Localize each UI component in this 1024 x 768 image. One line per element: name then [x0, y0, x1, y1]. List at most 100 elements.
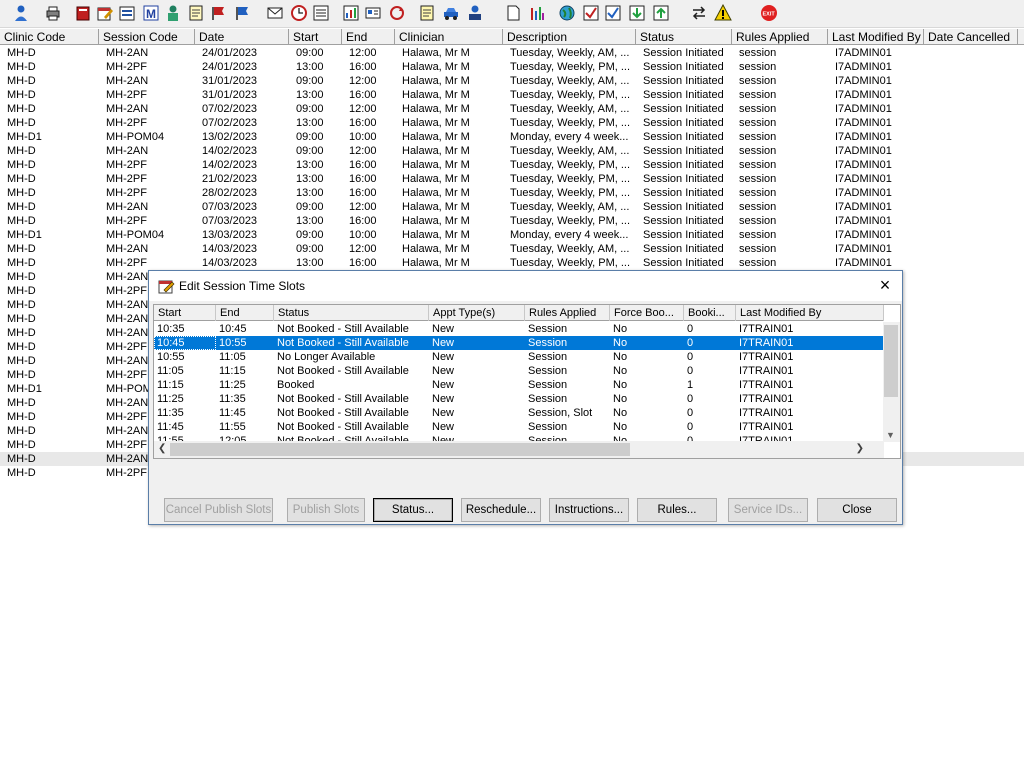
checklist-icon[interactable] [580, 2, 602, 24]
globe-icon[interactable] [556, 2, 578, 24]
time-slot-row[interactable]: 11:25 11:35 Not Booked - Still Available Ne… [154, 392, 884, 406]
slot-column-header[interactable]: Booki... [684, 305, 736, 321]
table-row[interactable]: MH-D1 MH-POM04 13/02/2023 09:00 10:00 Halawa,… [0, 130, 1024, 144]
horizontal-scrollbar[interactable]: ❮ ❯ [154, 441, 884, 458]
table-cell: MH-2AN [106, 201, 149, 213]
slot-column-header[interactable]: Force Boo... [610, 305, 684, 321]
time-slot-row[interactable]: 10:45 10:55 Not Booked - Still Available Ne… [154, 336, 884, 350]
time-slot-row[interactable]: 11:15 11:25 Booked New Session No 1 I7TRAIN01 [154, 378, 884, 392]
column-header[interactable]: Session Code [99, 29, 195, 45]
chart-icon[interactable] [340, 2, 362, 24]
time-slot-row[interactable]: 11:35 11:45 Not Booked - Still Available Ne… [154, 406, 884, 420]
time-slot-row[interactable]: 11:05 11:15 Not Booked - Still Available Ne… [154, 364, 884, 378]
table-row[interactable]: MH-D MH-2PF 24/01/2023 13:00 16:00 Halawa, Mr… [0, 60, 1024, 74]
table-row[interactable]: MH-D MH-2AN 07/02/2023 09:00 12:00 Halawa, Mr… [0, 102, 1024, 116]
cancel-publish-slots-button[interactable]: Cancel Publish Slots [164, 498, 273, 522]
vertical-scrollbar[interactable]: ▼ [883, 322, 900, 442]
car-icon[interactable] [440, 2, 462, 24]
time-slot-row[interactable]: 10:55 11:05 No Longer Available New Session N… [154, 350, 884, 364]
rules-button[interactable]: Rules... [637, 498, 717, 522]
calendar-list-icon[interactable] [116, 2, 138, 24]
table-cell: MH-D [7, 271, 36, 283]
table-row[interactable]: MH-D MH-2PF 14/02/2023 13:00 16:00 Halawa, Mr… [0, 158, 1024, 172]
download-icon[interactable] [626, 2, 648, 24]
column-header[interactable]: Rules Applied [732, 29, 828, 45]
column-header[interactable]: Date [195, 29, 289, 45]
column-header[interactable]: Date Cancelled [924, 29, 1018, 45]
upload-icon[interactable] [650, 2, 672, 24]
horizontal-scroll-thumb[interactable] [170, 443, 630, 456]
column-header[interactable]: Clinician [395, 29, 503, 45]
exit-icon[interactable]: EXIT [758, 2, 780, 24]
print-icon[interactable] [42, 2, 64, 24]
table-cell: MH-2PF [106, 89, 147, 101]
time-slot-row[interactable]: 11:45 11:55 Not Booked - Still Available Ne… [154, 420, 884, 434]
reschedule-button[interactable]: Reschedule... [461, 498, 541, 522]
service-ids-button[interactable]: Service IDs... [728, 498, 808, 522]
user-icon[interactable] [10, 2, 32, 24]
slot-column-header[interactable]: End [216, 305, 274, 321]
checklist2-icon[interactable] [602, 2, 624, 24]
table-row[interactable]: MH-D MH-2PF 07/03/2023 13:00 16:00 Halawa, Mr… [0, 214, 1024, 228]
table-cell: session [739, 187, 777, 199]
swap-icon[interactable] [688, 2, 710, 24]
flag2-icon[interactable] [232, 2, 254, 24]
table-row[interactable]: MH-D MH-2AN 14/03/2023 09:00 12:00 Halawa, Mr… [0, 242, 1024, 256]
slot-column-header[interactable]: Last Modified By [736, 305, 884, 321]
table-row[interactable]: MH-D MH-2PF 31/01/2023 13:00 16:00 Halawa, Mr… [0, 88, 1024, 102]
card-icon[interactable] [362, 2, 384, 24]
slot-cell: Not Booked - Still Available [277, 421, 409, 433]
m-icon[interactable]: M [140, 2, 162, 24]
table-cell: MH-D [7, 103, 36, 115]
refresh-icon[interactable] [386, 2, 408, 24]
page-icon[interactable] [502, 2, 524, 24]
scroll-left-icon[interactable]: ❮ [158, 443, 166, 454]
book-icon[interactable] [72, 2, 94, 24]
time-slot-row[interactable]: 10:35 10:45 Not Booked - Still Available Ne… [154, 322, 884, 336]
table-row[interactable]: MH-D MH-2PF 14/03/2023 13:00 16:00 Halawa, Mr… [0, 256, 1024, 270]
document-icon[interactable] [416, 2, 438, 24]
table-row[interactable]: MH-D MH-2PF 07/02/2023 13:00 16:00 Halawa, Mr… [0, 116, 1024, 130]
table-row[interactable]: MH-D1 MH-POM04 13/03/2023 09:00 10:00 Halawa,… [0, 228, 1024, 242]
note-edit-icon[interactable] [186, 2, 208, 24]
person-icon[interactable] [162, 2, 184, 24]
calendar-edit-icon[interactable] [94, 2, 116, 24]
table-row[interactable]: MH-D MH-2AN 14/02/2023 09:00 12:00 Halawa, Mr… [0, 144, 1024, 158]
slot-column-header[interactable]: Rules Applied [525, 305, 610, 321]
bars-icon[interactable] [526, 2, 548, 24]
table-row[interactable]: MH-D MH-2AN 07/03/2023 09:00 12:00 Halawa, Mr… [0, 200, 1024, 214]
slot-column-header[interactable]: Status [274, 305, 429, 321]
close-button[interactable]: Close [817, 498, 897, 522]
publish-slots-button[interactable]: Publish Slots [287, 498, 365, 522]
table-row[interactable]: MH-D MH-2AN 24/01/2023 09:00 12:00 Halawa, Mr… [0, 46, 1024, 60]
list-icon[interactable] [310, 2, 332, 24]
person2-icon[interactable] [464, 2, 486, 24]
column-header[interactable]: Last Modified By [828, 29, 924, 45]
table-cell: Tuesday, Weekly, AM, ... [510, 47, 630, 59]
scroll-right-icon[interactable]: ❯ [856, 443, 864, 454]
column-header[interactable]: End [342, 29, 395, 45]
dialog-title: Edit Session Time Slots [179, 279, 306, 293]
time-slots-list[interactable]: Start End Status Appt Type(s) Rules Applied F… [153, 304, 901, 459]
close-icon[interactable]: × [876, 276, 894, 295]
slot-cell: I7TRAIN01 [739, 323, 794, 335]
warning-icon[interactable] [712, 2, 734, 24]
table-cell: Tuesday, Weekly, PM, ... [510, 187, 631, 199]
column-header[interactable]: Status [636, 29, 732, 45]
column-header[interactable]: Start [289, 29, 342, 45]
column-header[interactable]: Clinic Code [0, 29, 99, 45]
status-button[interactable]: Status... [373, 498, 453, 522]
column-header[interactable]: Description [503, 29, 636, 45]
table-row[interactable]: MH-D MH-2PF 21/02/2023 13:00 16:00 Halawa, Mr… [0, 172, 1024, 186]
instructions-button[interactable]: Instructions... [549, 498, 629, 522]
slot-column-header[interactable]: Appt Type(s) [429, 305, 525, 321]
scroll-down-icon[interactable]: ▼ [886, 430, 895, 440]
table-row[interactable]: MH-D MH-2AN 31/01/2023 09:00 12:00 Halawa, Mr… [0, 74, 1024, 88]
flag-icon[interactable] [208, 2, 230, 24]
table-row[interactable]: MH-D MH-2PF 28/02/2023 13:00 16:00 Halawa, Mr… [0, 186, 1024, 200]
envelope-icon[interactable] [264, 2, 286, 24]
slot-column-header[interactable]: Start [154, 305, 216, 321]
table-cell: Halawa, Mr M [402, 243, 470, 255]
vertical-scroll-thumb[interactable] [884, 325, 898, 397]
clock-icon[interactable] [288, 2, 310, 24]
